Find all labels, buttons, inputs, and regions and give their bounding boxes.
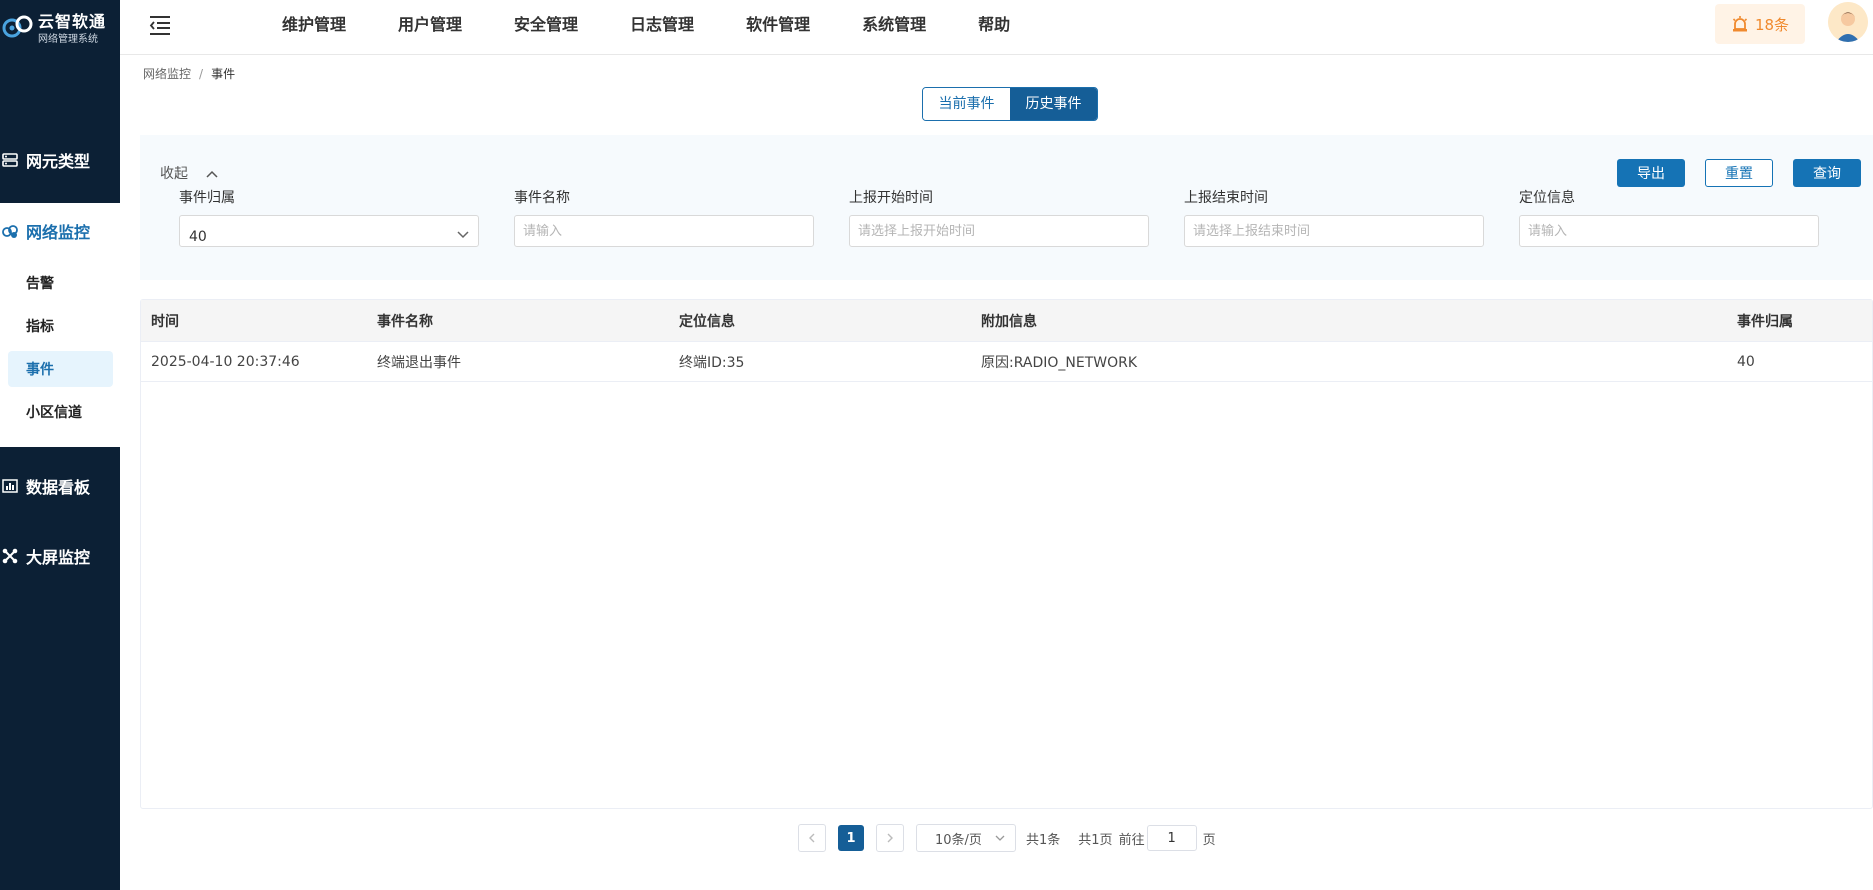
field-label: 定位信息 bbox=[1519, 190, 1575, 206]
sidebar-group-label: 大屏监控 bbox=[26, 548, 91, 567]
sidebar-group-dashboard[interactable]: 数据看板 bbox=[0, 458, 120, 514]
sidebar-item-events[interactable]: 事件 bbox=[8, 351, 113, 387]
event-name-input[interactable] bbox=[514, 215, 814, 247]
sidebar-group-label: 数据看板 bbox=[26, 478, 91, 497]
breadcrumb-current: 事件 bbox=[211, 67, 236, 81]
nav-help[interactable]: 帮助 bbox=[978, 0, 1010, 50]
chevron-left-icon bbox=[809, 833, 815, 843]
sidebar-item-alarm[interactable]: 告警 bbox=[8, 265, 113, 301]
page-number[interactable]: 1 bbox=[838, 825, 864, 851]
alarm-count: 18条 bbox=[1754, 15, 1790, 34]
alarm-badge[interactable]: 18条 bbox=[1715, 4, 1805, 44]
field-label: 事件归属 bbox=[179, 190, 235, 206]
breadcrumb: 网络监控 / 事件 bbox=[143, 65, 235, 82]
nav-logs[interactable]: 日志管理 bbox=[630, 0, 694, 50]
column-header-owner: 事件归属 bbox=[1737, 313, 1793, 330]
tab-history-events[interactable]: 历史事件 bbox=[1010, 88, 1097, 120]
alarm-light-icon bbox=[1732, 16, 1748, 32]
sidebar-group-label: 网络监控 bbox=[26, 223, 91, 242]
filter-field-event-name: 事件名称 bbox=[514, 187, 814, 247]
tab-current-events[interactable]: 当前事件 bbox=[923, 88, 1010, 120]
sidebar-item-metrics[interactable]: 指标 bbox=[8, 308, 113, 344]
brand: 云智软通 网络管理系统 bbox=[0, 0, 120, 55]
chevron-down-icon bbox=[995, 835, 1005, 841]
goto-label: 前往 bbox=[1118, 832, 1145, 848]
cell-event-name: 终端退出事件 bbox=[377, 354, 461, 371]
network-monitor-icon bbox=[0, 221, 20, 241]
filter-field-start-time: 上报开始时间 bbox=[849, 187, 1149, 247]
field-label: 上报结束时间 bbox=[1184, 190, 1268, 206]
big-screen-icon bbox=[0, 546, 20, 566]
field-label: 上报开始时间 bbox=[849, 190, 933, 206]
nav-users[interactable]: 用户管理 bbox=[398, 0, 462, 50]
column-header-time: 时间 bbox=[151, 313, 179, 330]
filter-field-owner: 事件归属 40 bbox=[179, 187, 479, 247]
column-header-location: 定位信息 bbox=[679, 313, 735, 330]
total-pages: 共1页 bbox=[1078, 832, 1113, 848]
brand-subtitle: 网络管理系统 bbox=[38, 34, 98, 45]
field-label: 事件名称 bbox=[514, 190, 570, 206]
cell-owner: 40 bbox=[1737, 353, 1755, 370]
top-nav: 维护管理 用户管理 安全管理 日志管理 软件管理 系统管理 帮助 bbox=[282, 0, 1062, 50]
chevron-up-icon bbox=[206, 170, 218, 178]
nav-system[interactable]: 系统管理 bbox=[862, 0, 926, 50]
nav-software[interactable]: 软件管理 bbox=[746, 0, 810, 50]
menu-collapse-icon[interactable] bbox=[148, 14, 172, 36]
avatar-icon bbox=[1828, 2, 1868, 42]
cell-extra-info: 原因:RADIO_NETWORK bbox=[981, 354, 1138, 371]
nav-security[interactable]: 安全管理 bbox=[514, 0, 578, 50]
column-header-event-name: 事件名称 bbox=[377, 313, 433, 330]
sidebar: 云智软通 网络管理系统 网元类型 网络监控 告警 指标 事件 小区信道 数据看板… bbox=[0, 0, 120, 890]
table-row[interactable]: 2025-04-10 20:37:46 终端退出事件 终端ID:35 原因:RA… bbox=[141, 342, 1872, 382]
column-header-extra-info: 附加信息 bbox=[981, 313, 1037, 330]
query-button[interactable]: 查询 bbox=[1793, 159, 1861, 187]
chevron-down-icon bbox=[457, 231, 469, 239]
prev-page-button[interactable] bbox=[798, 824, 826, 852]
next-page-button[interactable] bbox=[876, 824, 904, 852]
filter-panel: 收起 导出 重置 查询 事件归属 40 事件名称 上报开始时间 上报结束时间 bbox=[140, 135, 1873, 280]
total-items: 共1条 bbox=[1026, 832, 1061, 848]
cell-time: 2025-04-10 20:37:46 bbox=[151, 353, 300, 370]
event-tab-switch: 当前事件 历史事件 bbox=[922, 87, 1098, 121]
cell-location: 终端ID:35 bbox=[679, 354, 745, 371]
breadcrumb-parent[interactable]: 网络监控 bbox=[143, 67, 191, 81]
nav-maintenance[interactable]: 维护管理 bbox=[282, 0, 346, 50]
bar-chart-icon bbox=[0, 476, 20, 496]
sidebar-item-cell-channel[interactable]: 小区信道 bbox=[8, 394, 113, 430]
events-table: 时间 事件名称 定位信息 附加信息 事件归属 2025-04-10 20:37:… bbox=[140, 299, 1873, 809]
top-bar: 维护管理 用户管理 安全管理 日志管理 软件管理 系统管理 帮助 18条 bbox=[120, 0, 1873, 55]
sidebar-group-big-screen[interactable]: 大屏监控 bbox=[0, 528, 120, 584]
collapse-toggle[interactable]: 收起 bbox=[160, 163, 218, 183]
export-button[interactable]: 导出 bbox=[1617, 159, 1685, 187]
sidebar-group-label: 网元类型 bbox=[26, 152, 91, 171]
page-suffix: 页 bbox=[1202, 832, 1216, 848]
chevron-right-icon bbox=[887, 833, 893, 843]
page-size-select[interactable]: 10条/页 bbox=[916, 824, 1016, 852]
page-size-value: 10条/页 bbox=[935, 832, 982, 848]
reset-button[interactable]: 重置 bbox=[1705, 159, 1773, 187]
sidebar-group-network-monitor[interactable]: 网络监控 bbox=[0, 203, 120, 259]
breadcrumb-separator: / bbox=[199, 67, 204, 81]
brand-title: 云智软通 bbox=[38, 12, 107, 31]
owner-select-value: 40 bbox=[189, 229, 207, 245]
table-header: 时间 事件名称 定位信息 附加信息 事件归属 bbox=[141, 300, 1872, 342]
start-time-input[interactable] bbox=[849, 215, 1149, 247]
filter-field-end-time: 上报结束时间 bbox=[1184, 187, 1484, 247]
owner-select[interactable]: 40 bbox=[179, 215, 479, 247]
end-time-input[interactable] bbox=[1184, 215, 1484, 247]
goto-page-input[interactable] bbox=[1146, 825, 1197, 851]
main-content: 网络监控 / 事件 当前事件 历史事件 收起 导出 重置 查询 事件归属 40 事件… bbox=[120, 55, 1873, 890]
sidebar-submenu: 告警 指标 事件 小区信道 bbox=[0, 259, 120, 447]
filter-field-location: 定位信息 bbox=[1519, 187, 1819, 247]
sidebar-group-element-type[interactable]: 网元类型 bbox=[0, 132, 120, 188]
location-input[interactable] bbox=[1519, 215, 1819, 247]
collapse-label: 收起 bbox=[160, 166, 188, 182]
server-icon bbox=[0, 150, 20, 170]
user-avatar[interactable] bbox=[1828, 2, 1868, 42]
pagination: 1 10条/页 共1条 共1页 前往 页 bbox=[798, 823, 1216, 853]
logo-icon bbox=[2, 15, 33, 38]
